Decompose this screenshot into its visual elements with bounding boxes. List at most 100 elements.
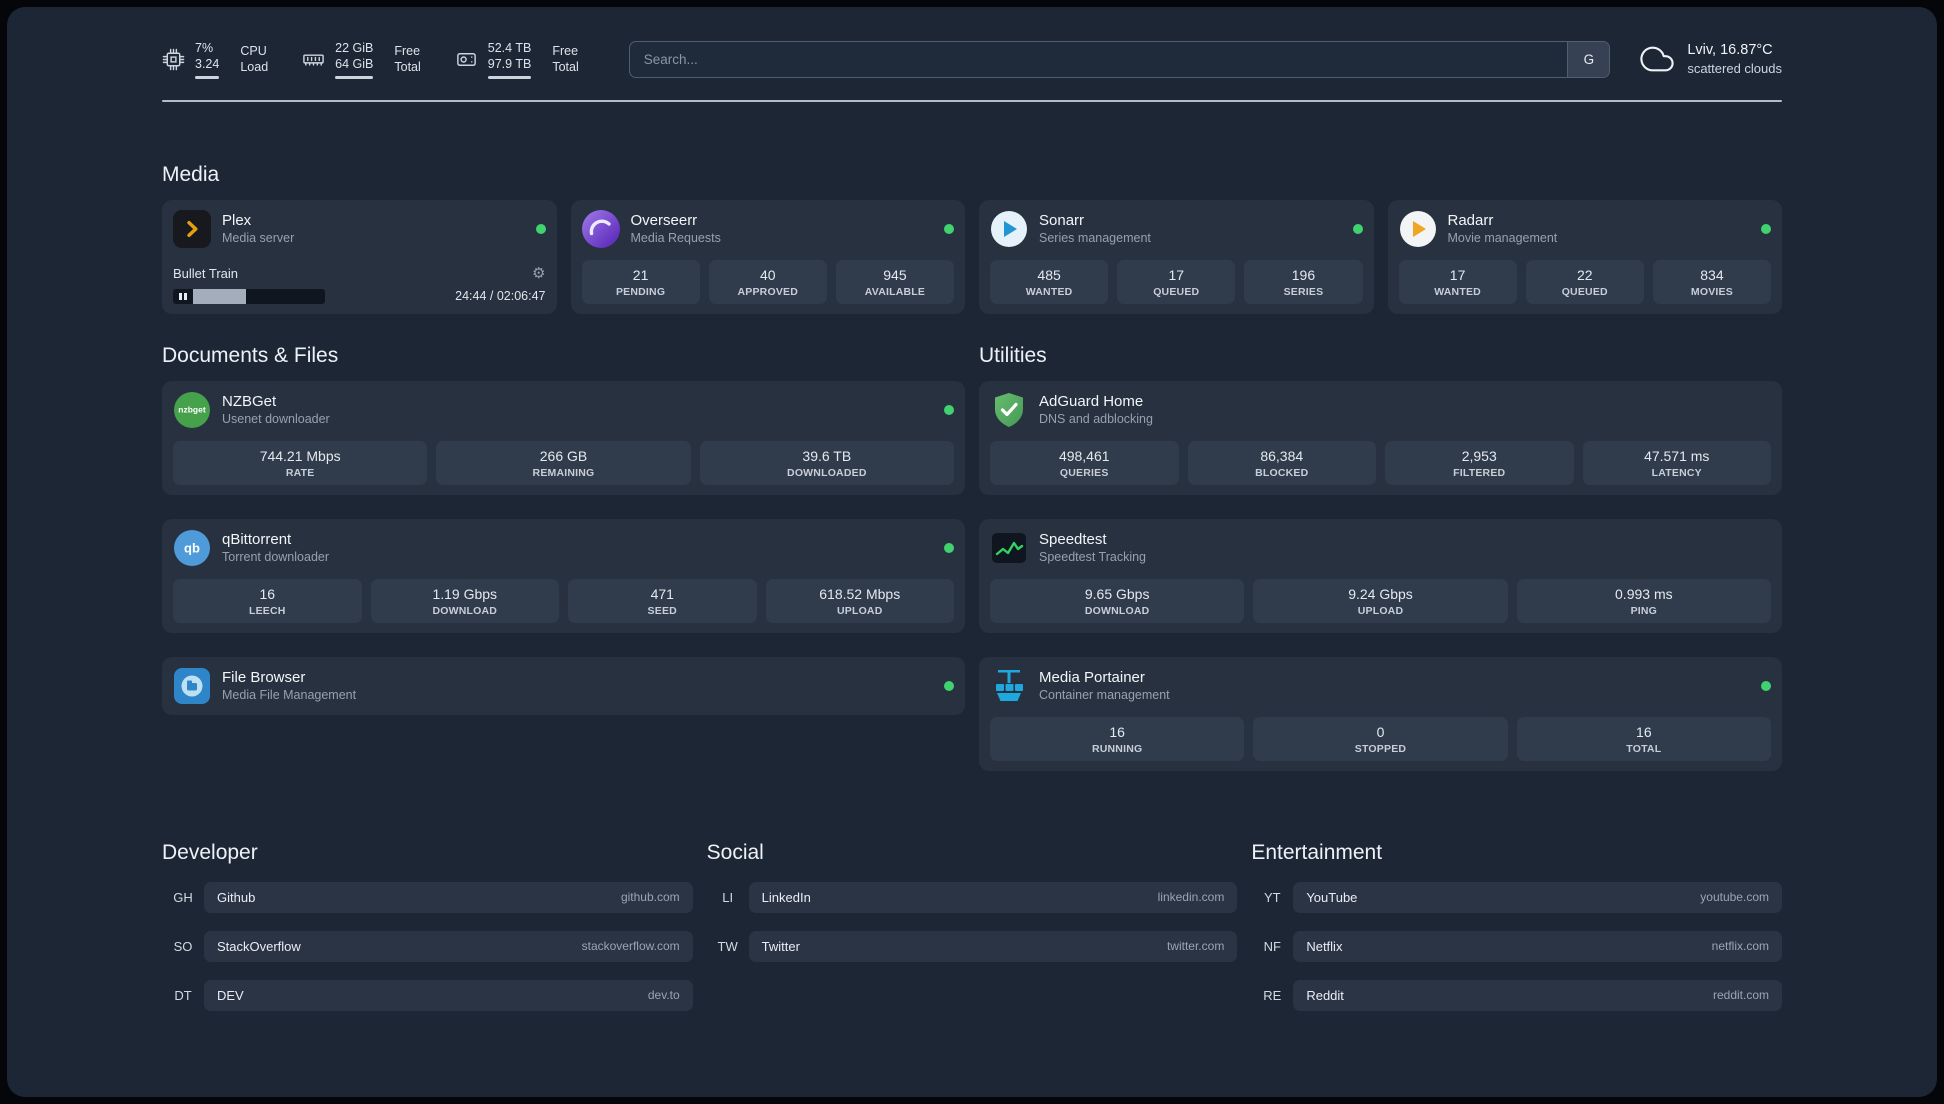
- stat-ping: 0.993 ms PING: [1516, 578, 1771, 623]
- pause-icon[interactable]: [173, 288, 193, 304]
- service-link-portainer[interactable]: Media Portainer Container management: [990, 667, 1771, 705]
- resource-widget-disk: 52.4 TB 97.9 TB Free Total: [455, 40, 579, 79]
- stat-pending: 21 PENDING: [581, 259, 700, 304]
- stat-value: 2,953: [1461, 447, 1497, 464]
- playback-progress-bar[interactable]: [173, 288, 325, 304]
- dashboard-page: 7% 3.24 CPU Load 22 GiB 64 GiB Free Tota…: [7, 7, 1937, 1097]
- bookmark-twitter[interactable]: TW Twitter twitter.com: [707, 930, 1238, 962]
- stat-label: RUNNING: [1091, 742, 1143, 755]
- service-link-plex[interactable]: Plex Media server: [173, 209, 546, 248]
- section-entertainment: Entertainment YT YouTube youtube.com NF …: [1251, 841, 1782, 1011]
- stat-value: 16: [1109, 723, 1125, 740]
- stat-label: SEED: [647, 604, 677, 617]
- service-link-filebrowser[interactable]: File Browser Media File Management: [173, 667, 954, 705]
- bookmark-name: Netflix: [1306, 938, 1343, 954]
- stat-filtered: 2,953 FILTERED: [1385, 440, 1574, 485]
- service-description: Media server: [222, 231, 295, 245]
- stat-label: UPLOAD: [1357, 604, 1404, 617]
- stat-label: SERIES: [1283, 285, 1324, 298]
- section-utilities: Utilities AdGuard Home DNS and adblockin…: [979, 344, 1782, 771]
- bookmark-name: Reddit: [1306, 987, 1344, 1003]
- stat-value: 9.24 Gbps: [1348, 585, 1413, 602]
- service-link-nzbget[interactable]: nzbget NZBGet Usenet downloader: [173, 391, 954, 429]
- stat-value: 17: [1168, 266, 1185, 283]
- speedtest-icon: [990, 529, 1028, 567]
- stat-upload: 9.24 Gbps UPLOAD: [1253, 578, 1508, 623]
- bookmark-netflix[interactable]: NF Netflix netflix.com: [1251, 930, 1782, 962]
- service-link-qbittorrent[interactable]: qb qBittorrent Torrent downloader: [173, 529, 954, 567]
- service-card-adguard: AdGuard Home DNS and adblocking 498,461 …: [979, 380, 1782, 495]
- stat-label: FILTERED: [1453, 466, 1506, 479]
- memory-free-label: Free: [394, 44, 421, 58]
- service-stats: 9.65 Gbps DOWNLOAD 9.24 Gbps UPLOAD 0.99…: [990, 567, 1771, 623]
- section-heading-utilities: Utilities: [979, 343, 1047, 367]
- memory-usage-bar: [335, 75, 374, 79]
- memory-icon: [302, 48, 325, 71]
- service-link-overseerr[interactable]: Overseerr Media Requests: [581, 209, 954, 248]
- service-name: Media Portainer: [1039, 669, 1145, 686]
- service-card-portainer: Media Portainer Container management 16 …: [979, 656, 1782, 771]
- stat-label: DOWNLOAD: [1084, 604, 1150, 617]
- status-dot: [535, 223, 546, 234]
- memory-free-value: 22 GiB: [335, 41, 374, 55]
- bookmark-abbr: LI: [722, 889, 734, 905]
- settings-gear-icon[interactable]: ⚙: [532, 266, 545, 281]
- service-stats: 744.21 Mbps RATE 266 GB REMAINING 39.6 T…: [173, 429, 954, 485]
- search-input[interactable]: [629, 41, 1568, 77]
- stat-movies: 834 MOVIES: [1652, 259, 1772, 304]
- bookmark-url: linkedin.com: [1157, 890, 1225, 904]
- service-description: Movie management: [1447, 231, 1558, 245]
- service-card-radarr: Radarr Movie management 17 WANTED 22 QUE…: [1387, 199, 1782, 314]
- bookmark-stackoverflow[interactable]: SO StackOverflow stackoverflow.com: [162, 930, 693, 962]
- bookmark-linkedin[interactable]: LI LinkedIn linkedin.com: [707, 881, 1238, 913]
- service-stats: 17 WANTED 22 QUEUED 834 MOVIES: [1398, 248, 1772, 304]
- plex-icon: [173, 209, 211, 248]
- service-card-speedtest: Speedtest Speedtest Tracking 9.65 Gbps D…: [979, 518, 1782, 633]
- now-playing-title: Bullet Train: [173, 265, 239, 281]
- bookmark-abbr: YT: [1264, 889, 1281, 905]
- stat-running: 16 RUNNING: [990, 716, 1245, 761]
- stat-value: 498,461: [1058, 447, 1110, 464]
- stat-label: DOWNLOADED: [787, 466, 867, 479]
- stat-value: 16: [1636, 723, 1652, 740]
- stat-label: RATE: [285, 466, 315, 479]
- service-link-sonarr[interactable]: Sonarr Series management: [990, 210, 1363, 248]
- stat-leech: 16 LEECH: [173, 578, 362, 623]
- bookmark-abbr: RE: [1263, 987, 1282, 1003]
- stat-value: 266 GB: [539, 447, 588, 464]
- weather-widget: Lviv, 16.87°C scattered clouds: [1638, 41, 1782, 78]
- memory-total-value: 64 GiB: [335, 57, 374, 72]
- bookmark-url: stackoverflow.com: [581, 939, 680, 953]
- stat-queued: 22 QUEUED: [1525, 259, 1644, 304]
- bookmark-dev[interactable]: DT DEV dev.to: [162, 979, 693, 1011]
- stat-value: 47.571 ms: [1644, 447, 1710, 464]
- bookmark-abbr: NF: [1263, 938, 1281, 954]
- bookmark-youtube[interactable]: YT YouTube youtube.com: [1251, 881, 1782, 913]
- stat-rate: 744.21 Mbps RATE: [173, 440, 428, 485]
- service-link-speedtest[interactable]: Speedtest Speedtest Tracking: [990, 529, 1771, 567]
- stat-label: APPROVED: [737, 285, 799, 298]
- section-heading-entertainment: Entertainment: [1251, 840, 1383, 864]
- service-description: Media Requests: [630, 231, 721, 245]
- stat-value: 0: [1376, 723, 1385, 740]
- stat-latency: 47.571 ms LATENCY: [1582, 440, 1771, 485]
- adguard-icon: [990, 391, 1028, 429]
- bookmark-name: Twitter: [761, 938, 800, 954]
- service-stats: 16 LEECH 1.19 Gbps DOWNLOAD 471 SEED 618…: [173, 567, 954, 623]
- stat-download: 9.65 Gbps DOWNLOAD: [990, 578, 1245, 623]
- stat-label: WANTED: [1025, 285, 1073, 298]
- service-name: Plex: [222, 212, 252, 229]
- bookmark-github[interactable]: GH Github github.com: [162, 881, 693, 913]
- bookmark-reddit[interactable]: RE Reddit reddit.com: [1251, 979, 1782, 1011]
- stat-label: DOWNLOAD: [432, 604, 498, 617]
- service-card-sonarr: Sonarr Series management 485 WANTED 17 Q…: [979, 199, 1374, 314]
- search-provider-button[interactable]: G: [1567, 41, 1610, 77]
- service-link-adguard[interactable]: AdGuard Home DNS and adblocking: [990, 391, 1771, 429]
- service-name: NZBGet: [222, 393, 277, 410]
- service-link-radarr[interactable]: Radarr Movie management: [1399, 210, 1771, 248]
- overseerr-icon: [581, 209, 620, 248]
- status-dot: [944, 680, 954, 691]
- cpu-load-value: 3.24: [195, 57, 220, 72]
- stat-value: 9.65 Gbps: [1084, 585, 1150, 602]
- stat-label: LEECH: [248, 604, 286, 617]
